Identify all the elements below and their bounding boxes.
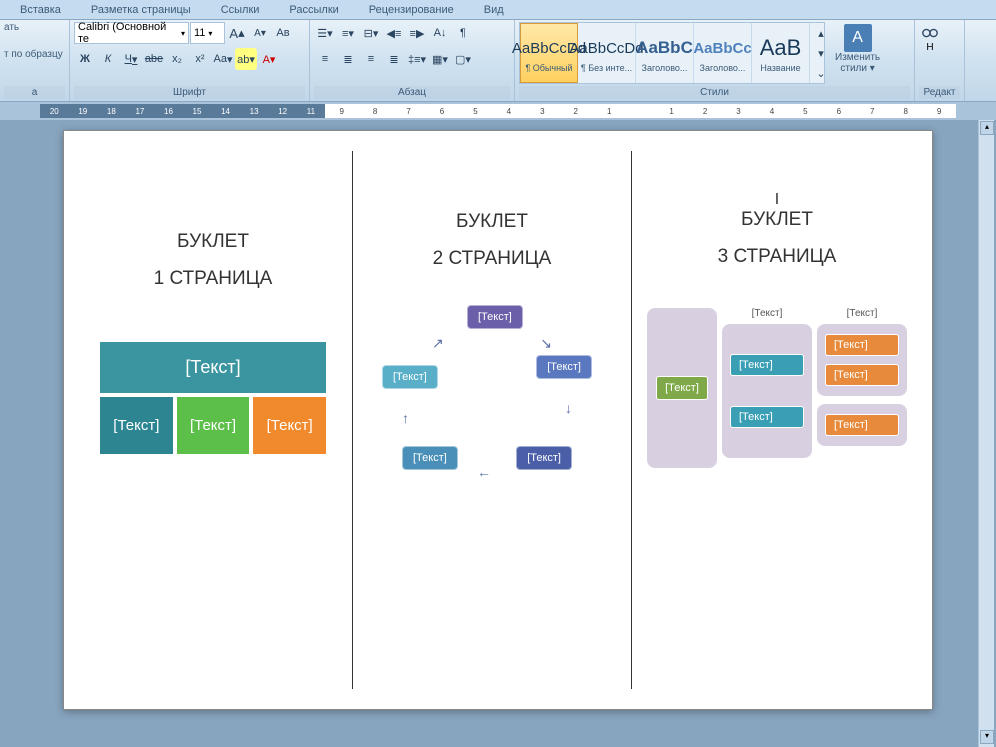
list-box-teal-1[interactable]: [Текст]: [730, 354, 804, 376]
ruler-horizontal[interactable]: 20191817161514131211 987654321123456789: [0, 102, 996, 120]
borders-button[interactable]: ▢▾: [452, 48, 474, 70]
bullets-button[interactable]: ☰▾: [314, 22, 336, 44]
smartart-hierarchy[interactable]: [Текст] [Текст] [Текст] [Текст]: [98, 340, 328, 456]
smartart-cell-3[interactable]: [Текст]: [251, 395, 328, 456]
font-name-combo[interactable]: Calibri (Основной те▾: [74, 22, 189, 44]
style-gallery: AaBbCcDd ¶ Обычный AaBbCcDd ¶ Без инте..…: [519, 22, 825, 84]
indent-increase-button[interactable]: ≡▶: [406, 22, 428, 44]
subscript-button[interactable]: x₂: [166, 48, 188, 70]
strike-button[interactable]: abe: [143, 48, 165, 70]
scroll-down-button[interactable]: ▾: [980, 730, 994, 744]
tab-links[interactable]: Ссылки: [206, 2, 275, 18]
highlight-button[interactable]: ab▾: [235, 48, 257, 70]
cycle-box-3[interactable]: [Текст]: [516, 446, 572, 470]
font-color-button[interactable]: A▾: [258, 48, 280, 70]
indent-decrease-button[interactable]: ◀≡: [383, 22, 405, 44]
clipboard-group: ать т по образцу а: [0, 20, 70, 101]
list-box-orange-3[interactable]: [Текст]: [825, 414, 899, 436]
align-right-button[interactable]: ≡: [360, 48, 382, 70]
format-painter-button[interactable]: т по образцу: [4, 49, 63, 60]
col3-roman: I: [775, 191, 779, 209]
page-column-3: I БУКЛЕТ 3 СТРАНИЦА [Текст] [Текст] [Тек…: [631, 151, 922, 689]
paragraph-group-label: Абзац: [314, 86, 510, 99]
page-column-1: БУКЛЕТ 1 СТРАНИЦА [Текст] [Текст] [Текст…: [74, 151, 352, 689]
align-left-button[interactable]: ≡: [314, 48, 336, 70]
cycle-box-2[interactable]: [Текст]: [536, 355, 592, 379]
change-styles-icon: A: [844, 24, 872, 52]
ribbon: ать т по образцу а Calibri (Основной те▾…: [0, 20, 996, 102]
numbering-button[interactable]: ≡▾: [337, 22, 359, 44]
cycle-box-5[interactable]: [Текст]: [382, 365, 438, 389]
superscript-button[interactable]: x²: [189, 48, 211, 70]
font-group-label: Шрифт: [74, 86, 305, 99]
smartart-cell-2[interactable]: [Текст]: [175, 395, 252, 456]
editing-group-label: Редакт: [919, 86, 960, 99]
tab-layout[interactable]: Разметка страницы: [76, 2, 206, 18]
list-box-teal-2[interactable]: [Текст]: [730, 406, 804, 428]
smartart-list[interactable]: [Текст] [Текст] [Текст] [Текст] [Текст] …: [647, 308, 907, 468]
clipboard-label: а: [4, 86, 65, 99]
smartart-top-cell[interactable]: [Текст]: [98, 340, 328, 395]
align-justify-button[interactable]: ≣: [383, 48, 405, 70]
styles-group: AaBbCcDd ¶ Обычный AaBbCcDd ¶ Без инте..…: [515, 20, 915, 101]
col3-title: БУКЛЕТ: [741, 209, 813, 231]
underline-button[interactable]: Ч▾: [120, 48, 142, 70]
page-column-2: БУКЛЕТ 2 СТРАНИЦА [Текст] ↘ [Текст] ↓ [Т…: [352, 151, 631, 689]
col1-title: БУКЛЕТ: [177, 231, 249, 253]
editing-group: Н Редакт: [915, 20, 965, 101]
col2-subtitle: 2 СТРАНИЦА: [433, 248, 552, 270]
cycle-box-4[interactable]: [Текст]: [402, 446, 458, 470]
bold-button[interactable]: Ж: [74, 48, 96, 70]
paragraph-group: ☰▾ ≡▾ ⊟▾ ◀≡ ≡▶ A↓ ¶ ≡ ≣ ≡ ≣ ‡≡▾ ▦▾ ▢▾ Аб…: [310, 20, 515, 101]
font-size-combo[interactable]: 11▾: [190, 22, 225, 44]
page[interactable]: БУКЛЕТ 1 СТРАНИЦА [Текст] [Текст] [Текст…: [63, 130, 933, 710]
arrow-icon: ↘: [540, 335, 552, 352]
col2-title: БУКЛЕТ: [456, 211, 528, 233]
style-heading2[interactable]: AaBbCc Заголово...: [694, 23, 752, 83]
arrow-icon: ↓: [565, 400, 572, 416]
col3-subtitle: 3 СТРАНИЦА: [718, 246, 837, 268]
list-box-orange-1[interactable]: [Текст]: [825, 334, 899, 356]
list-box-orange-2[interactable]: [Текст]: [825, 364, 899, 386]
smartart-cycle[interactable]: [Текст] ↘ [Текст] ↓ [Текст] ← [Текст] ↑ …: [377, 300, 607, 520]
ribbon-tabs: Вставка Разметка страницы Ссылки Рассылк…: [0, 0, 996, 20]
style-title[interactable]: AaB Название: [752, 23, 810, 83]
list-col1: [Текст]: [647, 308, 717, 468]
tab-mail[interactable]: Рассылки: [274, 2, 353, 18]
styles-group-label: Стили: [519, 86, 910, 99]
vertical-scrollbar[interactable]: ▴ ▾: [978, 120, 994, 747]
shading-button[interactable]: ▦▾: [429, 48, 451, 70]
arrow-icon: ←: [477, 464, 491, 480]
show-marks-button[interactable]: ¶: [452, 22, 474, 44]
list-box-left[interactable]: [Текст]: [656, 376, 708, 400]
line-spacing-button[interactable]: ‡≡▾: [406, 48, 428, 70]
arrow-icon: ↑: [402, 410, 409, 426]
tab-review[interactable]: Рецензирование: [354, 2, 469, 18]
list-header-1: [Текст]: [722, 308, 812, 319]
arrow-icon: ↗: [432, 335, 444, 352]
document-area: БУКЛЕТ 1 СТРАНИЦА [Текст] [Текст] [Текст…: [0, 120, 996, 747]
tab-insert[interactable]: Вставка: [5, 2, 76, 18]
grow-font-button[interactable]: A▴: [226, 22, 248, 44]
change-styles-button[interactable]: A Изменить стили ▾: [827, 22, 888, 76]
tab-view[interactable]: Вид: [469, 2, 519, 18]
scroll-up-button[interactable]: ▴: [980, 121, 994, 135]
change-case-button[interactable]: Aa▾: [212, 48, 234, 70]
find-button[interactable]: Н: [919, 22, 941, 55]
multilevel-button[interactable]: ⊟▾: [360, 22, 382, 44]
font-group: Calibri (Основной те▾ 11▾ A▴ A▾ Aʙ Ж К Ч…: [70, 20, 310, 101]
italic-button[interactable]: К: [97, 48, 119, 70]
align-center-button[interactable]: ≣: [337, 48, 359, 70]
clear-format-button[interactable]: Aʙ: [272, 22, 294, 44]
smartart-cell-1[interactable]: [Текст]: [98, 395, 175, 456]
sort-button[interactable]: A↓: [429, 22, 451, 44]
style-no-spacing[interactable]: AaBbCcDd ¶ Без инте...: [578, 23, 636, 83]
list-header-2: [Текст]: [817, 308, 907, 319]
style-heading1[interactable]: AaBbC Заголово...: [636, 23, 694, 83]
paste-button[interactable]: ать: [4, 22, 19, 33]
shrink-font-button[interactable]: A▾: [249, 22, 271, 44]
cycle-box-1[interactable]: [Текст]: [467, 305, 523, 329]
col1-subtitle: 1 СТРАНИЦА: [154, 268, 273, 290]
binoculars-icon: [921, 24, 939, 42]
